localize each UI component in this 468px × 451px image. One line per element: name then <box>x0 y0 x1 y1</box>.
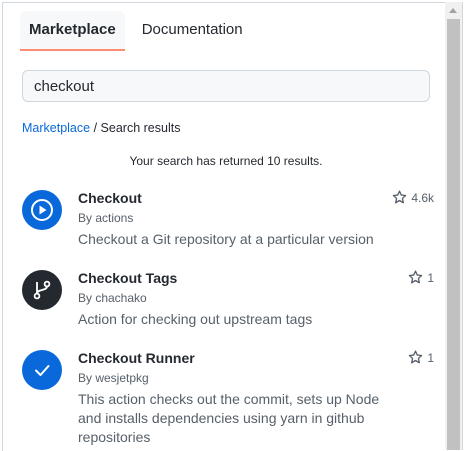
result-author: By actions <box>78 211 134 225</box>
star-count: 1 <box>408 350 434 365</box>
result-avatar <box>22 270 62 310</box>
checkmark-icon <box>35 365 50 376</box>
vertical-scrollbar[interactable] <box>445 2 462 450</box>
result-title[interactable]: Checkout <box>78 190 142 206</box>
star-count: 1 <box>408 270 434 285</box>
result-description: Action for checking out upstream tags <box>78 311 313 327</box>
star-count-value: 4.6k <box>411 190 434 205</box>
scroll-up-arrow-icon[interactable] <box>449 8 457 13</box>
star-icon <box>393 190 407 204</box>
panel-border <box>462 2 463 450</box>
marketplace-panel: Marketplace Documentation Marketplace / … <box>2 2 445 451</box>
result-avatar <box>22 350 62 390</box>
result-item-checkout[interactable]: Checkout By actions Checkout a Git repos… <box>22 190 434 252</box>
breadcrumb-current: Search results <box>100 121 181 135</box>
star-icon <box>409 350 423 364</box>
result-avatar <box>22 190 62 230</box>
tab-marketplace[interactable]: Marketplace <box>20 11 125 51</box>
result-description: Checkout a Git repository at a particula… <box>78 231 374 247</box>
breadcrumb: Marketplace / Search results <box>22 121 180 135</box>
tab-documentation[interactable]: Documentation <box>133 11 252 51</box>
star-count: 4.6k <box>392 190 434 205</box>
result-title[interactable]: Checkout Runner <box>78 350 195 366</box>
result-item-checkout-runner[interactable]: Checkout Runner By wesjetpkg This action… <box>22 350 434 450</box>
breadcrumb-marketplace-link[interactable]: Marketplace <box>22 121 90 135</box>
breadcrumb-separator: / <box>93 121 98 135</box>
play-icon <box>31 199 53 221</box>
search-input[interactable] <box>22 70 430 102</box>
star-count-value: 1 <box>427 350 434 365</box>
result-author: By chachako <box>78 291 147 305</box>
result-author: By wesjetpkg <box>78 371 149 385</box>
star-count-value: 1 <box>427 270 434 285</box>
tab-bar: Marketplace Documentation <box>20 11 252 53</box>
result-description: This action checks out the commit, sets … <box>78 391 380 445</box>
git-branch-icon <box>33 280 51 300</box>
star-icon <box>409 270 423 284</box>
result-title[interactable]: Checkout Tags <box>78 270 177 286</box>
result-count: Your search has returned 10 results. <box>129 154 323 168</box>
result-item-checkout-tags[interactable]: Checkout Tags By chachako Action for che… <box>22 270 434 332</box>
scrollbar-thumb[interactable] <box>447 19 460 450</box>
